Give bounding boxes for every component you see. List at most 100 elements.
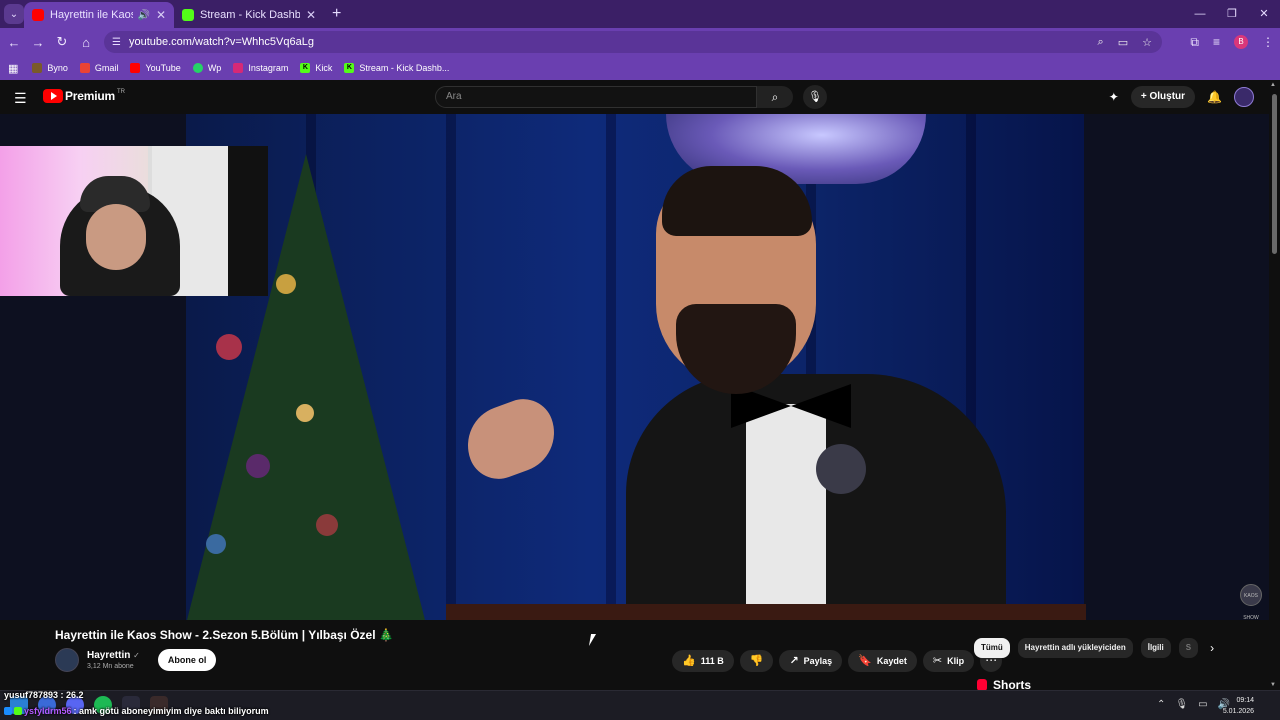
youtube-play-icon xyxy=(43,89,63,103)
tab-search-button[interactable]: ⌄ xyxy=(4,4,24,24)
reload-icon[interactable]: ↻ xyxy=(50,34,74,50)
video-actions: 👍 111 B 👎 ↗ Paylaş 🔖 Kaydet ✂ Klip ⋯ xyxy=(672,650,1003,672)
extensions-icon[interactable]: ⧉ xyxy=(1190,35,1199,50)
page-scrollbar[interactable]: ▲ ▼ xyxy=(1269,80,1280,690)
byno-icon xyxy=(32,63,43,73)
account-avatar[interactable] xyxy=(1234,87,1254,107)
youtube-icon xyxy=(130,63,141,73)
scrollbar-thumb[interactable] xyxy=(1272,94,1277,254)
chip-related[interactable]: İlgili xyxy=(1140,638,1171,658)
bookmark-kick-dashboard[interactable]: K Stream - Kick Dashb... xyxy=(344,63,449,73)
save-button[interactable]: 🔖 Kaydet xyxy=(848,650,917,672)
browser-toolbar: ← → ↻ ⌂ ☰ youtube.com/watch?v=Whhc5Vq6aL… xyxy=(0,28,1280,56)
subscribe-button[interactable]: Abone ol xyxy=(157,649,217,671)
back-icon[interactable]: ← xyxy=(2,35,26,50)
address-bar[interactable]: ☰ youtube.com/watch?v=Whhc5Vq6aLg ⌕ ▭ ☆ xyxy=(104,31,1162,53)
mic-tray-icon[interactable]: 🎙 xyxy=(1175,699,1188,710)
share-button[interactable]: ↗ Paylaş xyxy=(779,650,843,672)
site-info-icon[interactable]: ☰ xyxy=(112,37,121,48)
instagram-icon xyxy=(233,63,244,73)
chat-text: : amk götü aboneyimiyim diye baktı biliy… xyxy=(73,706,269,716)
video-title: Hayrettin ile Kaos Show - 2.Sezon 5.Bölü… xyxy=(55,628,394,642)
bookmark-icon: 🔖 xyxy=(858,655,872,667)
related-filter-chips: Tümü Hayrettin adlı yükleyiciden İlgili … xyxy=(974,638,1214,658)
bookmark-youtube[interactable]: YouTube xyxy=(130,63,181,73)
close-window-icon[interactable]: ✕ xyxy=(1248,0,1280,28)
dislike-button[interactable]: 👎 xyxy=(739,650,774,672)
chat-badge-icon xyxy=(4,707,12,715)
mouse-cursor xyxy=(588,634,597,646)
chip-all[interactable]: Tümü xyxy=(974,638,1010,658)
kaos-show-logo-watermark: KAOS SHOW xyxy=(1240,584,1262,620)
kick-icon: K xyxy=(344,63,355,73)
voice-search-icon[interactable]: 🎙 xyxy=(803,85,827,109)
create-button[interactable]: + Oluştur xyxy=(1130,86,1196,108)
display-tray-icon[interactable]: ▭ xyxy=(1198,699,1207,710)
bookmark-gmail[interactable]: Gmail xyxy=(79,63,118,73)
new-tab-icon[interactable]: + xyxy=(332,5,341,23)
bookmark-kick[interactable]: K Kick xyxy=(300,63,332,73)
url-text: youtube.com/watch?v=Whhc5Vq6aLg xyxy=(128,36,314,48)
close-tab-icon[interactable]: ✕ xyxy=(306,8,316,22)
video-frame[interactable] xyxy=(186,114,1086,620)
bookmark-wp[interactable]: Wp xyxy=(192,63,221,73)
restore-icon[interactable]: ❐ xyxy=(1216,0,1248,28)
tab-kick-dashboard[interactable]: Stream - Kick Dashboard ✕ xyxy=(174,2,324,28)
share-icon: ↗ xyxy=(789,655,799,667)
video-player[interactable]: KAOS SHOW xyxy=(0,114,1269,620)
like-button[interactable]: 👍 111 B xyxy=(672,650,734,672)
youtube-favicon-icon xyxy=(32,9,44,21)
chevron-right-icon[interactable]: › xyxy=(1210,641,1214,655)
chat-badge-icon xyxy=(14,707,22,715)
scroll-up-icon[interactable]: ▲ xyxy=(1270,82,1276,88)
guide-menu-icon[interactable]: ☰ xyxy=(14,90,27,107)
stream-chat-message: ysfyldrm56 : amk götü aboneyimiyim diye … xyxy=(4,706,269,716)
bookmark-instagram[interactable]: Instagram xyxy=(233,63,288,73)
youtube-premium-logo[interactable]: Premium TR xyxy=(43,89,125,103)
browser-tab-bar: ⌄ Hayrettin ile Kaos Show - 2. 🔊 ✕ Strea… xyxy=(0,0,1280,28)
stream-overlay-line: yusuf787893 : 26.2 xyxy=(4,690,84,700)
subscriber-count: 3,12 Mn abone xyxy=(87,663,134,670)
apps-icon[interactable]: ▦ xyxy=(8,62,18,75)
bookmark-byno[interactable]: Byno xyxy=(32,63,68,73)
kick-icon: K xyxy=(300,63,311,73)
thumbs-up-icon: 👍 xyxy=(682,655,696,667)
channel-avatar[interactable] xyxy=(55,648,79,672)
chip-from-uploader[interactable]: Hayrettin adlı yükleyiciden xyxy=(1017,638,1133,658)
home-icon[interactable]: ⌂ xyxy=(74,35,98,50)
speaker-icon[interactable]: 🔊 xyxy=(137,10,149,21)
chip-partial[interactable]: S xyxy=(1178,638,1199,658)
channel-name[interactable]: Hayrettin xyxy=(87,650,130,661)
profile-avatar[interactable]: B xyxy=(1234,35,1248,49)
clip-button[interactable]: ✂ Klip xyxy=(922,650,975,672)
notifications-icon[interactable]: 🔔 xyxy=(1207,90,1222,104)
youtube-header: ☰ Premium TR Ara ⌕ 🎙 ✦ + Oluştur 🔔 xyxy=(0,80,1280,114)
cast-icon[interactable]: ▭ xyxy=(1118,36,1128,49)
gemini-icon[interactable]: ✦ xyxy=(1109,90,1119,104)
kick-favicon-icon xyxy=(182,9,194,21)
scissors-icon: ✂ xyxy=(932,655,943,667)
zoom-icon[interactable]: ⌕ xyxy=(1098,36,1104,49)
tab-youtube[interactable]: Hayrettin ile Kaos Show - 2. 🔊 ✕ xyxy=(24,2,174,28)
search-input[interactable]: Ara xyxy=(435,86,757,108)
close-tab-icon[interactable]: ✕ xyxy=(156,8,166,22)
window-controls: — ❐ ✕ xyxy=(1184,0,1280,28)
thumbs-down-icon: 👎 xyxy=(749,655,764,667)
tab-title: Hayrettin ile Kaos Show - 2. xyxy=(50,9,134,21)
gmail-icon xyxy=(79,63,90,73)
menu-icon[interactable]: ⋮ xyxy=(1262,35,1274,49)
bookmark-star-icon[interactable]: ☆ xyxy=(1142,36,1152,49)
streamer-webcam-overlay xyxy=(0,146,268,296)
channel-row: Hayrettin ✓ 3,12 Mn abone Abone ol xyxy=(55,648,217,672)
system-clock[interactable]: 09:14 5.01.2026 xyxy=(1223,695,1254,717)
tray-chevron-icon[interactable]: ⌃ xyxy=(1157,699,1165,710)
chat-username: ysfyldrm56 xyxy=(24,706,72,716)
scroll-down-icon[interactable]: ▼ xyxy=(1270,682,1276,688)
verified-icon: ✓ xyxy=(133,651,140,660)
forward-icon[interactable]: → xyxy=(26,35,50,50)
tab-title: Stream - Kick Dashboard xyxy=(200,9,300,21)
minimize-icon[interactable]: — xyxy=(1184,0,1216,28)
search-icon[interactable]: ⌕ xyxy=(757,86,793,108)
media-icon[interactable]: ≡ xyxy=(1213,35,1220,49)
whatsapp-icon xyxy=(192,63,203,73)
